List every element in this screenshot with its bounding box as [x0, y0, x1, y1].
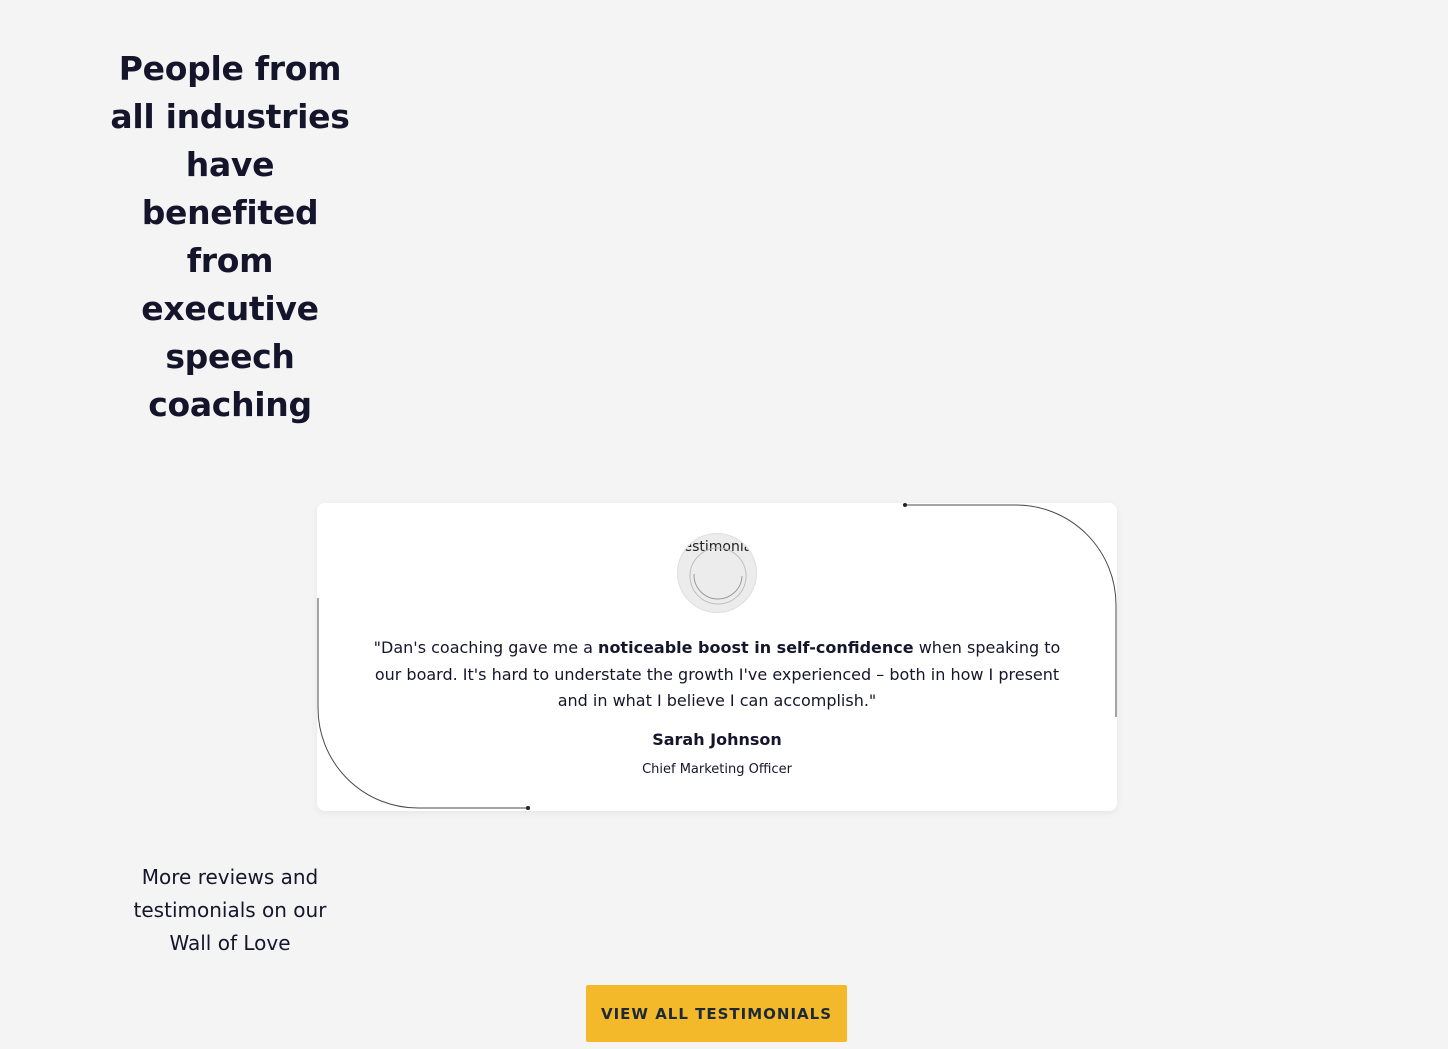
quote-text-start: "Dan's coaching gave me a [373, 638, 599, 657]
section-heading: People from all industries have benefite… [110, 49, 350, 424]
testimonial-card: testimonial "Dan's coaching gave me a no… [317, 503, 1117, 811]
view-all-testimonials-button[interactable]: VIEW ALL TESTIMONIALS [586, 985, 847, 1042]
broken-image-icon [689, 547, 747, 605]
author-role: Chief Marketing Officer [642, 762, 792, 777]
author-name: Sarah Johnson [652, 730, 782, 749]
more-reviews-text: More reviews and testimonials on our Wal… [133, 865, 327, 955]
testimonial-quote: "Dan's coaching gave me a noticeable boo… [367, 635, 1067, 715]
quote-highlight: noticeable boost in self-confidence [598, 638, 914, 657]
author-avatar: testimonial [677, 533, 757, 613]
testimonials-section: People from all industries have benefite… [0, 0, 1448, 1049]
